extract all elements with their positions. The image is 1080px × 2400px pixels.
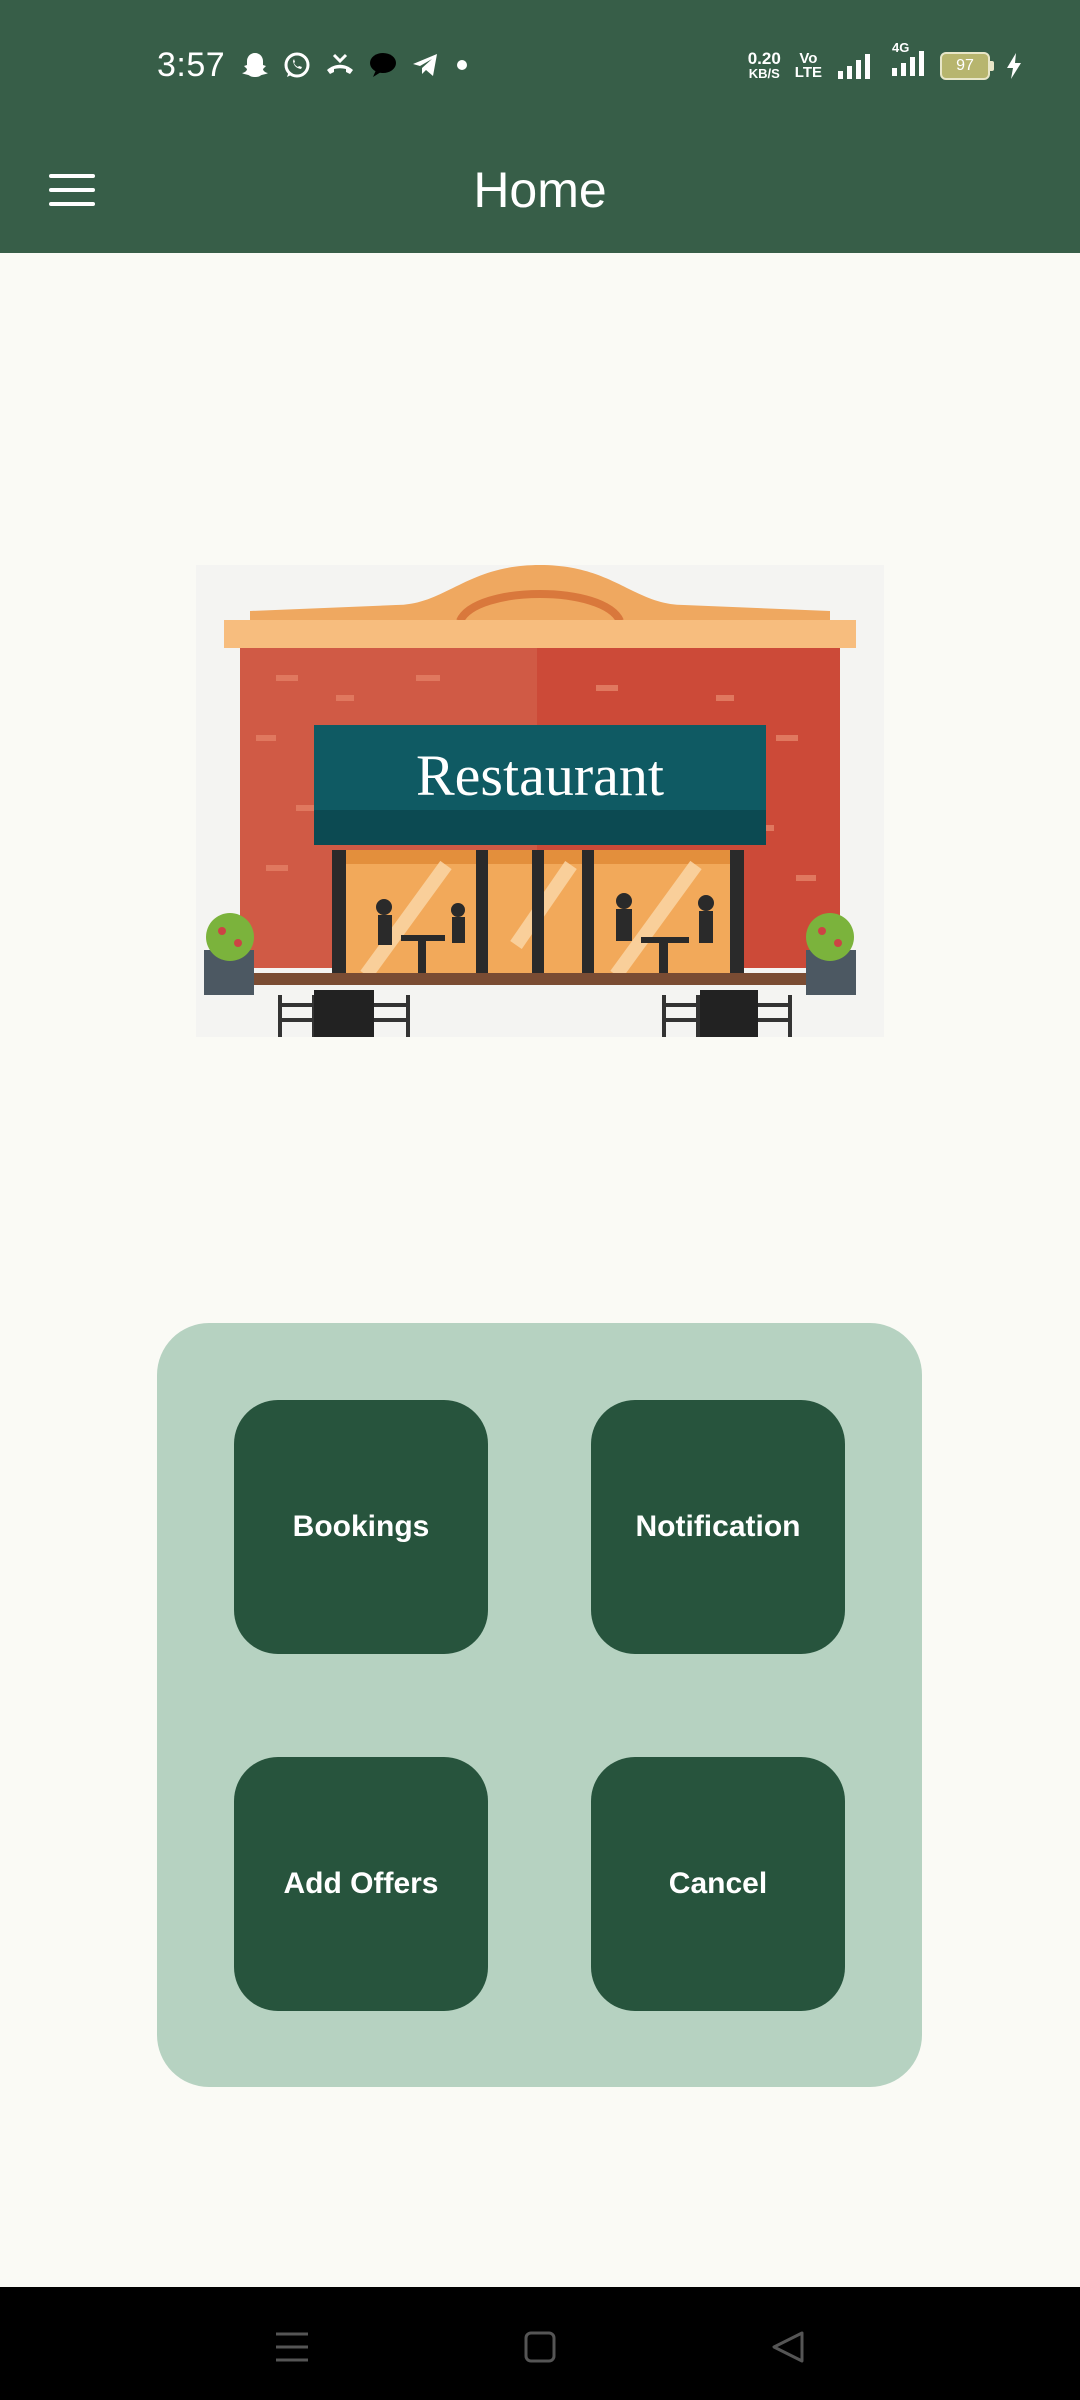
add-offers-button[interactable]: Add Offers bbox=[234, 1757, 488, 2011]
network-type: 4G bbox=[892, 40, 910, 55]
cancel-label: Cancel bbox=[668, 1867, 768, 1900]
page-title: Home bbox=[473, 162, 607, 218]
status-bar: 3:57 0.20 KB/S Vo LTE 4G 97 bbox=[0, 0, 1080, 136]
net-speed-value: 0.20 bbox=[747, 48, 781, 68]
add-offers-label: Add Offers bbox=[283, 1867, 439, 1900]
back-icon[interactable] bbox=[758, 2317, 818, 2377]
signal-4g-icon: 4G bbox=[886, 40, 926, 83]
bookings-button[interactable]: Bookings bbox=[234, 1400, 488, 1654]
battery-icon: 97 bbox=[940, 51, 994, 80]
system-indicators: 0.20 KB/S Vo LTE 4G 97 bbox=[747, 40, 1024, 83]
restaurant-building-image: Restaurant bbox=[196, 565, 884, 1037]
notification-button[interactable]: Notification bbox=[591, 1400, 845, 1654]
whatsapp-icon bbox=[284, 52, 310, 78]
volte-bottom: LTE bbox=[794, 63, 822, 81]
recents-icon[interactable] bbox=[262, 2317, 322, 2377]
notification-icons bbox=[240, 50, 472, 80]
charging-icon bbox=[1007, 52, 1021, 79]
net-speed: 0.20 KB/S bbox=[747, 48, 781, 81]
volte-indicator: Vo LTE bbox=[794, 51, 822, 81]
chat-bubble-icon bbox=[370, 53, 396, 77]
telegram-icon bbox=[413, 54, 437, 76]
bookings-label: Bookings bbox=[292, 1510, 430, 1543]
snapchat-icon bbox=[242, 53, 268, 77]
missed-call-icon bbox=[327, 53, 353, 74]
status-time: 3:57 bbox=[157, 46, 226, 84]
system-nav-bar bbox=[0, 2287, 1080, 2400]
restaurant-sign-text: Restaurant bbox=[416, 743, 664, 808]
signal-icon bbox=[838, 53, 870, 79]
actions-panel: Bookings Notification Add Offers Cancel bbox=[157, 1323, 922, 2087]
notification-label: Notification bbox=[635, 1510, 801, 1543]
net-speed-unit: KB/S bbox=[748, 65, 780, 81]
dot-icon bbox=[457, 60, 467, 70]
cancel-button[interactable]: Cancel bbox=[591, 1757, 845, 2011]
home-icon[interactable] bbox=[510, 2317, 570, 2377]
restaurant-illustration: Restaurant bbox=[196, 565, 884, 1037]
app-bar: Home bbox=[0, 136, 1080, 253]
